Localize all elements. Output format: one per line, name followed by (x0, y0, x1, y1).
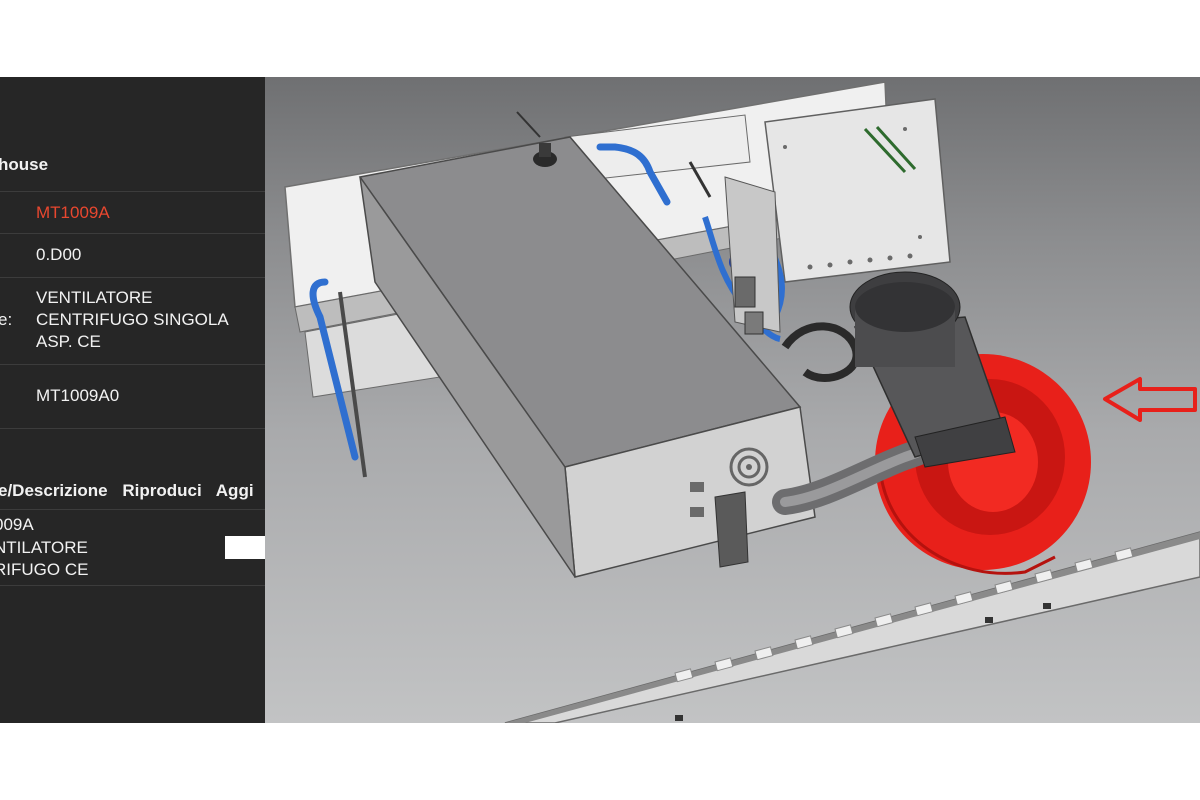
panel-header: house (0, 155, 49, 174)
field-value-code: MT1009A (36, 203, 110, 222)
side-plate (764, 98, 951, 283)
field-row-description: e: VENTILATORE CENTRIFUGO SINGOLA ASP. C… (0, 277, 265, 364)
property-panel: house MT1009A 0.D00 e: VENTILATORE CENTR… (0, 77, 265, 723)
field-row-code: MT1009A (0, 191, 265, 233)
field-value-description-line-2: CENTRIFUGO SINGOLA (36, 310, 229, 329)
field-row-model: MT1009A0 (0, 364, 265, 428)
column-header-description[interactable]: e/Descrizione (0, 481, 108, 500)
table-header: e/Descrizione Riproduci Aggi (0, 481, 264, 501)
field-value-version: 0.D00 (36, 245, 82, 264)
field-row-version: 0.D00 (0, 233, 265, 277)
column-header-add[interactable]: Aggi (216, 481, 254, 500)
app-window: house MT1009A 0.D00 e: VENTILATORE CENTR… (0, 77, 1200, 723)
mount-bracket (714, 491, 749, 568)
field-label-description: e: (0, 310, 13, 329)
left-arrow-outline-icon (1103, 377, 1197, 422)
quantity-input[interactable] (225, 536, 265, 559)
field-value-description-line-3: ASP. CE (36, 332, 101, 351)
3d-model-render (284, 81, 1200, 723)
table-cell-code: 009A (0, 515, 34, 534)
divider (0, 428, 265, 429)
divider (0, 585, 265, 586)
valve-block (724, 176, 781, 333)
3d-viewport[interactable] (265, 77, 1200, 723)
table-cell-description-line-2: RIFUGO CE (0, 560, 89, 579)
table-cell-description-line-1: NTILATORE (0, 538, 88, 557)
black-hose (781, 322, 861, 382)
field-value-model: MT1009A0 (36, 386, 120, 405)
field-value-description-line-1: VENTILATORE (36, 288, 153, 307)
column-header-play[interactable]: Riproduci (122, 481, 201, 500)
